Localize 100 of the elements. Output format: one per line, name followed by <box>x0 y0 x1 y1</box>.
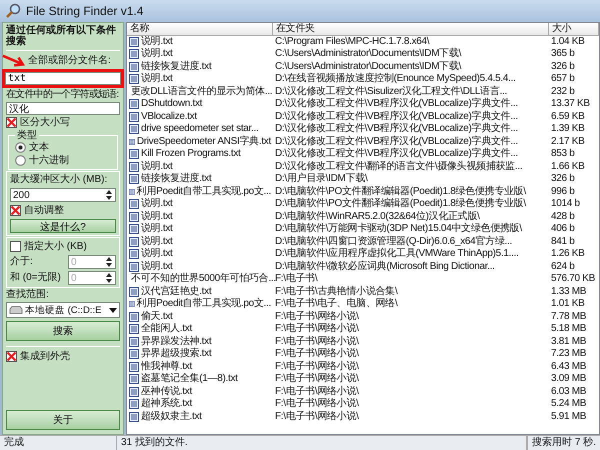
table-cell: 不可不知的世界5000年可怕巧合... <box>131 273 276 286</box>
table-cell: 说明.txt <box>141 48 173 60</box>
table-cell: 盗墓笔记全集(1—8).txt <box>141 373 238 386</box>
table-cell: 5.18 MB <box>551 323 586 336</box>
table-cell: 6.59 KB <box>551 110 584 123</box>
text-file-icon <box>129 324 139 334</box>
field-label: 介于: <box>10 256 33 268</box>
table-cell: drive speedometer set star... <box>141 123 258 136</box>
table-cell: 428 b <box>551 210 575 223</box>
checkbox[interactable] <box>10 241 21 252</box>
table-cell: 说明.txt <box>141 36 173 48</box>
table-cell-text: F:\电子书\古典艳情小说合集\ <box>275 286 398 298</box>
help-button[interactable]: 这是什么? <box>10 219 116 233</box>
status-text: 搜索用时 7 秒. <box>527 436 600 450</box>
spinner-arrows-icon[interactable] <box>105 256 113 268</box>
checkbox-label: 自动调整 <box>24 204 64 216</box>
table-cell: 365 b <box>551 48 575 60</box>
table-cell: 3.09 MB <box>551 373 586 386</box>
column-header[interactable]: 大小 <box>549 23 599 36</box>
text-file-icon <box>129 174 139 184</box>
table-cell: VBlocalize.txt <box>141 110 197 123</box>
filename-field[interactable]: txt <box>5 72 121 85</box>
radio-label: 十六进制 <box>29 154 69 166</box>
table-cell: 326 b <box>551 173 575 186</box>
radio-label: 文本 <box>29 142 49 154</box>
text-file-icon <box>129 74 139 84</box>
table-cell: 链接恢复进度.txt <box>141 60 212 73</box>
group-title: 类型 <box>16 130 38 141</box>
table-cell: F:\电子书\网络小说\ <box>275 373 359 386</box>
text-file-icon <box>129 212 139 222</box>
checkbox[interactable] <box>6 117 17 128</box>
text-file-icon <box>129 224 139 234</box>
column-header[interactable]: 名称 <box>127 23 273 36</box>
table-cell: D:\在线音视频播放速度控制(Enounce MySpeed)5.4.5.4... <box>275 73 516 86</box>
table-cell-text: D:\汉化修改工程文件\VB程序汉化(VBLocalize)字典文件... <box>275 136 518 148</box>
spinner-arrows-icon[interactable] <box>105 189 113 201</box>
table-cell: D:\电脑软件\万能网卡驱动(3DP Net)15.04中文绿色便携版\ <box>275 223 522 236</box>
table-cell: 624 b <box>551 260 575 273</box>
table-cell: D:\电脑软件\应用程序虚拟化工具(VMWare ThinApp)5.1.... <box>275 248 519 260</box>
table-cell-text: C:\Users\Administrator\Documents\IDM下载\ <box>275 60 462 72</box>
phrase-field[interactable]: 汉化 <box>6 102 120 115</box>
table-cell: 说明.txt <box>141 236 173 248</box>
table-cell: 13.37 KB <box>551 98 590 110</box>
radio-button[interactable] <box>15 155 26 166</box>
table-cell: 说明.txt <box>141 198 173 210</box>
scope-dropdown[interactable]: 本地硬盘 (C::D::E <box>6 302 120 318</box>
table-cell: 超级奴隶主.txt <box>141 410 202 423</box>
table-cell: 说明.txt <box>141 210 173 223</box>
table-cell: F:\电子书\网络小说\ <box>275 410 359 423</box>
table-cell-text: F:\电子书\网络小说\ <box>275 336 359 348</box>
table-cell-text: F:\电子书\网络小说\ <box>275 386 359 398</box>
table-cell: 全能闲人.txt <box>141 323 192 336</box>
checkbox[interactable] <box>10 205 21 216</box>
dropdown-arrow-icon[interactable] <box>109 308 117 312</box>
table-cell: 说明.txt <box>141 73 173 86</box>
table-cell-text: D:\电脑软件\微软必应词典(Microsoft Bing Dictionar... <box>275 260 495 272</box>
spinner-field[interactable]: 200 <box>10 188 116 202</box>
text-file-icon <box>129 162 139 172</box>
table-cell: 1.04 KB <box>551 36 584 48</box>
text-file-icon <box>129 299 135 310</box>
table-cell: 657 b <box>551 73 575 86</box>
table-cell: 6.03 MB <box>551 386 586 398</box>
spinner-arrows-icon[interactable] <box>105 272 113 284</box>
field-label: 和 (0=无限) <box>10 272 61 284</box>
checkbox-label: 指定大小 (KB) <box>24 240 87 252</box>
table-cell: 996 b <box>551 186 575 198</box>
window-title: File String Finder v1.4 <box>26 4 144 18</box>
radio-button[interactable] <box>15 142 26 153</box>
table-cell-text: D:\汉化修改工程文件\VB程序汉化(VBLocalize)字典文件... <box>275 110 518 122</box>
table-cell: DriveSpeedometer ANSI字典.txt <box>136 136 271 148</box>
table-cell-text: 巫神传说.txt <box>141 386 192 398</box>
table-cell-text: 偷天.txt <box>141 310 173 322</box>
status-text: 31 找到的文件. <box>117 436 528 450</box>
table-cell: 232 b <box>551 86 575 98</box>
text-file-icon <box>129 136 135 147</box>
table-cell: 841 b <box>551 236 575 248</box>
table-cell: D:\电脑软件\PO文件翻译编辑器(Poedit)1.8绿色便携专业版\ <box>275 198 526 210</box>
drive-icon <box>9 306 23 314</box>
table-cell: 利用Poedit自带工具实现.po文... <box>136 186 271 198</box>
status-text: 完成 <box>0 436 117 450</box>
table-cell: 326 b <box>551 60 575 73</box>
about-button[interactable]: 关于 <box>6 410 120 430</box>
text-file-icon <box>129 374 139 384</box>
field-label: 在文件中的一个字符或短语: <box>6 89 120 101</box>
table-cell: 853 b <box>551 148 575 160</box>
text-file-icon <box>129 336 139 347</box>
table-cell: 3.81 MB <box>551 336 586 348</box>
table-cell: 说明.txt <box>141 260 173 273</box>
field-label: 最大缓冲区大小 (MB): <box>10 174 108 186</box>
table-cell: D:\汉化修改工程文件\VB程序汉化(VBLocalize)字典文件... <box>275 123 518 136</box>
table-cell: 5.91 MB <box>551 410 586 423</box>
search-button[interactable]: 搜索 <box>6 321 120 341</box>
table-cell: F:\电子书\网络小说\ <box>275 323 359 336</box>
text-file-icon <box>129 349 139 360</box>
text-file-icon <box>129 36 139 47</box>
text-file-icon <box>129 249 139 260</box>
text-file-icon <box>129 186 135 197</box>
checkbox[interactable] <box>6 351 17 362</box>
text-file-icon <box>129 199 139 210</box>
table-cell: 链接恢复进度.txt <box>141 173 212 186</box>
